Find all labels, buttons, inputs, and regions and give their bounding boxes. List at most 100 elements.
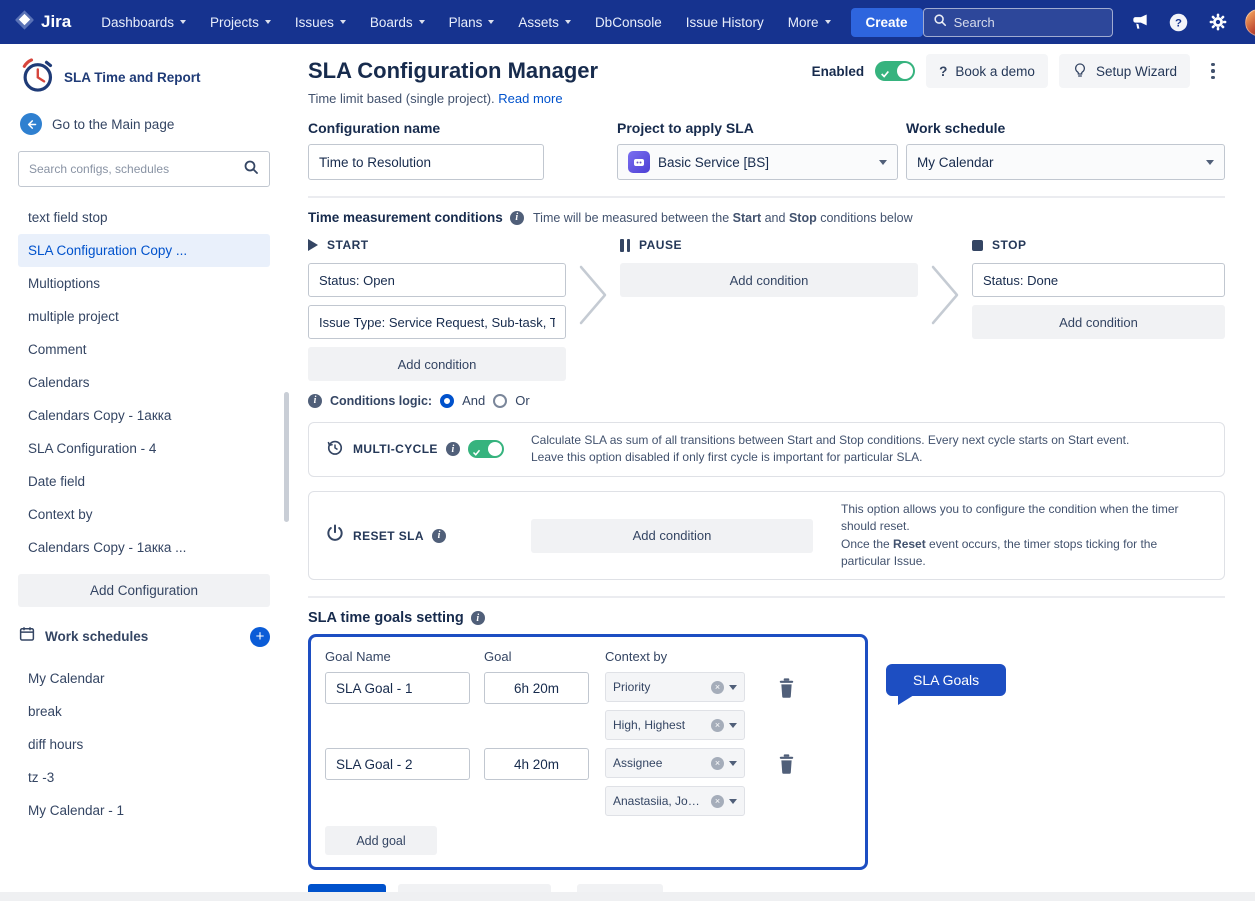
schedule-item[interactable]: My Calendar - 1 <box>18 794 270 827</box>
delete-goal-button[interactable] <box>773 676 799 702</box>
info-icon[interactable]: i <box>510 211 524 225</box>
conditions-title: Time measurement conditions i <box>308 210 533 225</box>
config-item[interactable]: Calendars Copy - 1акка <box>18 399 270 432</box>
nav-more[interactable]: More <box>776 0 843 44</box>
check-icon <box>472 444 481 462</box>
reset-sla-label: RESET SLA <box>353 529 424 543</box>
config-item[interactable]: SLA Configuration - 4 <box>18 432 270 465</box>
reset-sla-controls: RESET SLA i <box>325 523 531 548</box>
page-subtitle: Time limit based (single project). Read … <box>308 91 1225 106</box>
start-add-condition-button[interactable]: Add condition <box>308 347 566 381</box>
goal-value-input[interactable] <box>484 672 589 704</box>
config-item[interactable]: Calendars Copy - 1акка ... <box>18 531 270 564</box>
config-fields: Configuration name Project to apply SLA … <box>308 120 1225 180</box>
work-schedules-header: Work schedules + <box>18 625 270 648</box>
reset-add-condition-button[interactable]: Add condition <box>531 519 813 553</box>
nav-dbconsole[interactable]: DbConsole <box>583 0 674 44</box>
page-header: SLA Configuration Manager Enabled ? Book… <box>308 54 1225 88</box>
start-condition[interactable] <box>308 305 566 339</box>
config-item[interactable]: Multioptions <box>18 267 270 300</box>
clear-icon[interactable]: × <box>711 681 724 694</box>
clear-icon[interactable]: × <box>711 719 724 732</box>
goal-name-input[interactable] <box>325 672 470 704</box>
config-item[interactable]: text field stop <box>18 201 270 234</box>
help-icon[interactable]: ? <box>1167 10 1191 34</box>
context-field-select[interactable]: Assignee × <box>605 748 745 778</box>
info-icon[interactable]: i <box>308 394 322 408</box>
chevron-down-icon <box>488 20 494 24</box>
clear-icon[interactable]: × <box>711 795 724 808</box>
conditions-hint: Time will be measured between the Start … <box>533 211 913 225</box>
app-logo: SLA Time and Report <box>18 56 292 99</box>
goal-name-input[interactable] <box>325 748 470 780</box>
config-item[interactable]: multiple project <box>18 300 270 333</box>
multi-cycle-description: Calculate SLA as sum of all transitions … <box>531 432 1129 467</box>
schedule-item[interactable]: My Calendar <box>18 662 270 695</box>
config-item[interactable]: Comment <box>18 333 270 366</box>
nav-assets[interactable]: Assets <box>506 0 583 44</box>
multi-cycle-toggle[interactable] <box>468 440 504 458</box>
chevron-down-icon <box>729 761 737 766</box>
nav-issue-history[interactable]: Issue History <box>674 0 776 44</box>
pause-add-condition-button[interactable]: Add condition <box>620 263 918 297</box>
nav-issues[interactable]: Issues <box>283 0 358 44</box>
setup-wizard-button[interactable]: Setup Wizard <box>1059 54 1190 88</box>
configuration-name-input[interactable] <box>308 144 544 180</box>
goals-section-title: SLA time goals setting i <box>308 610 1225 626</box>
clear-icon[interactable]: × <box>711 757 724 770</box>
info-icon[interactable]: i <box>446 442 460 456</box>
schedule-item[interactable]: tz -3 <box>18 761 270 794</box>
goal-header: Goal <box>484 649 605 664</box>
config-item[interactable]: Context by <box>18 498 270 531</box>
config-item[interactable]: Calendars <box>18 366 270 399</box>
book-demo-button[interactable]: ? Book a demo <box>926 54 1048 88</box>
context-values-select[interactable]: Anastasiia, John Smit... × <box>605 786 745 816</box>
config-item-selected[interactable]: SLA Configuration Copy ... <box>18 234 270 267</box>
stop-add-condition-button[interactable]: Add condition <box>972 305 1225 339</box>
sidebar-scrollbar[interactable] <box>284 392 289 522</box>
start-condition[interactable] <box>308 263 566 297</box>
delete-goal-button[interactable] <box>773 752 799 778</box>
info-icon[interactable]: i <box>471 611 485 625</box>
project-select[interactable]: Basic Service [BS] <box>617 144 898 180</box>
nav-search-input[interactable] <box>954 15 1103 30</box>
enabled-toggle[interactable] <box>875 61 915 81</box>
context-values-select[interactable]: High, Highest × <box>605 710 745 740</box>
nav-projects[interactable]: Projects <box>198 0 283 44</box>
create-button[interactable]: Create <box>851 8 923 37</box>
stop-condition[interactable] <box>972 263 1225 297</box>
sidebar-search[interactable] <box>18 151 270 187</box>
announcements-icon[interactable] <box>1128 10 1152 34</box>
work-schedules-title: Work schedules <box>45 629 241 644</box>
work-schedule-select[interactable]: My Calendar <box>906 144 1225 180</box>
info-icon[interactable]: i <box>432 529 446 543</box>
logic-and-radio[interactable] <box>440 394 454 408</box>
power-icon <box>325 523 345 548</box>
nav-dashboards[interactable]: Dashboards <box>89 0 198 44</box>
goal-value-input[interactable] <box>484 748 589 780</box>
logic-or-radio[interactable] <box>493 394 507 408</box>
nav-search[interactable] <box>923 8 1113 37</box>
sidebar-search-input[interactable] <box>29 162 243 176</box>
page-title: SLA Configuration Manager <box>308 58 598 84</box>
back-to-main-link[interactable]: Go to the Main page <box>20 113 292 135</box>
stop-header: STOP <box>972 235 1225 255</box>
user-avatar[interactable] <box>1245 9 1255 36</box>
more-options-kebab-icon[interactable] <box>1201 54 1225 88</box>
nav-plans[interactable]: Plans <box>437 0 507 44</box>
add-schedule-button[interactable]: + <box>250 627 270 647</box>
config-item[interactable]: Date field <box>18 465 270 498</box>
add-goal-button[interactable]: Add goal <box>325 826 437 855</box>
add-configuration-button[interactable]: Add Configuration <box>18 574 270 607</box>
question-icon: ? <box>939 64 947 79</box>
schedule-item[interactable]: diff hours <box>18 728 270 761</box>
chevron-down-icon <box>340 20 346 24</box>
settings-gear-icon[interactable] <box>1206 10 1230 34</box>
read-more-link[interactable]: Read more <box>498 91 562 106</box>
schedule-item[interactable]: break <box>18 695 270 728</box>
jira-home-link[interactable]: Jira <box>14 9 71 35</box>
configuration-name-label: Configuration name <box>308 120 617 136</box>
pause-icon <box>620 239 630 252</box>
nav-boards[interactable]: Boards <box>358 0 437 44</box>
context-field-select[interactable]: Priority × <box>605 672 745 702</box>
